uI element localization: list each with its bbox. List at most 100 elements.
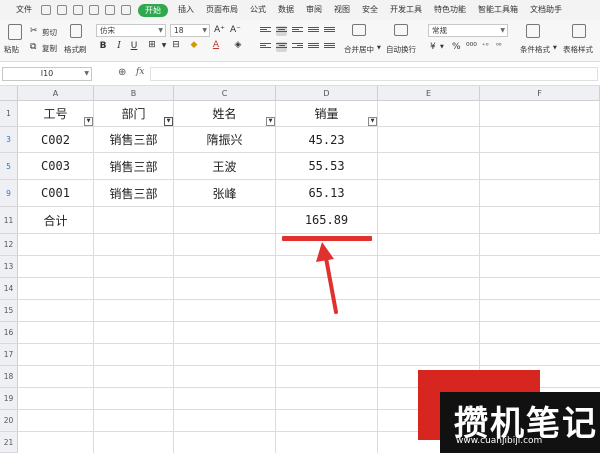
cell-empty[interactable]: [480, 101, 600, 127]
cell-empty[interactable]: [378, 207, 480, 234]
align-left-icon[interactable]: [260, 42, 271, 52]
cell-empty[interactable]: [94, 207, 174, 234]
export-icon[interactable]: [57, 5, 67, 15]
row-header[interactable]: 18: [0, 366, 18, 388]
chevron-down-icon[interactable]: ▼: [377, 45, 381, 51]
align-right-icon[interactable]: [292, 42, 303, 52]
tab-home[interactable]: 开始: [138, 3, 168, 17]
font-size-select[interactable]: 18 ▼: [170, 24, 210, 37]
chevron-down-icon[interactable]: ▼: [158, 42, 170, 49]
cell-empty[interactable]: [378, 153, 480, 180]
wrap-text-button[interactable]: 自动换行: [386, 44, 416, 55]
bold-icon[interactable]: B: [97, 41, 109, 51]
print-preview-icon[interactable]: [89, 5, 99, 15]
row-header[interactable]: 17: [0, 344, 18, 366]
cell-sales[interactable]: 45.23: [276, 127, 378, 153]
row-header[interactable]: 19: [0, 388, 18, 410]
zoom-icon[interactable]: ⊕: [118, 67, 126, 78]
thousands-icon[interactable]: ⁰⁰⁰: [466, 42, 477, 52]
column-header-a[interactable]: A: [18, 86, 94, 101]
row-header[interactable]: 20: [0, 410, 18, 432]
select-all-corner[interactable]: [0, 86, 18, 101]
row-header[interactable]: 21: [0, 432, 18, 453]
cell-id[interactable]: C001: [18, 180, 94, 207]
filter-dropdown-icon[interactable]: ▼: [368, 117, 377, 126]
save-icon[interactable]: [41, 5, 51, 15]
column-header-c[interactable]: C: [174, 86, 276, 101]
row-header[interactable]: 11: [0, 207, 18, 234]
increase-decimal-icon[interactable]: ⁺⁰: [482, 42, 489, 50]
cell-empty[interactable]: [480, 207, 600, 234]
decrease-decimal-icon[interactable]: ⁰⁰: [496, 42, 502, 50]
merge-center-icon[interactable]: [352, 24, 366, 36]
tab-security[interactable]: 安全: [356, 0, 384, 20]
font-color-icon[interactable]: A: [210, 40, 222, 50]
row-header[interactable]: 9: [0, 180, 18, 207]
tab-review[interactable]: 审阅: [300, 0, 328, 20]
row-header[interactable]: 3: [0, 127, 18, 153]
cell-empty[interactable]: [480, 153, 600, 180]
align-middle-icon[interactable]: [276, 26, 287, 36]
tab-doc-assistant[interactable]: 文档助手: [524, 0, 568, 20]
row-header[interactable]: 13: [0, 256, 18, 278]
cell-header-department[interactable]: 部门: [94, 101, 174, 127]
cell-sales[interactable]: 55.53: [276, 153, 378, 180]
format-painter-icon[interactable]: [70, 24, 82, 38]
print-icon[interactable]: [73, 5, 83, 15]
redo-icon[interactable]: [121, 5, 131, 15]
tab-view[interactable]: 视图: [328, 0, 356, 20]
tab-developer[interactable]: 开发工具: [384, 0, 428, 20]
cell-header-name[interactable]: 姓名: [174, 101, 276, 127]
cell-id[interactable]: C003: [18, 153, 94, 180]
merge-cells-icon[interactable]: ⊟: [170, 40, 182, 50]
cell-empty[interactable]: [378, 180, 480, 207]
cell-empty[interactable]: [378, 101, 480, 127]
align-bottom-icon[interactable]: [292, 26, 303, 36]
copy-button[interactable]: 复制: [42, 43, 57, 54]
cell-empty[interactable]: [480, 127, 600, 153]
row-header[interactable]: 1: [0, 101, 18, 127]
chevron-down-icon[interactable]: ▼: [440, 44, 444, 50]
table-style-button[interactable]: 表格样式: [563, 44, 593, 55]
column-header-b[interactable]: B: [94, 86, 174, 101]
name-box[interactable]: I10 ▼: [2, 67, 92, 81]
borders-icon[interactable]: ⊞: [146, 40, 158, 50]
column-header-f[interactable]: F: [480, 86, 600, 101]
align-top-icon[interactable]: [260, 26, 271, 36]
filter-dropdown-icon[interactable]: ▼: [266, 117, 275, 126]
cell-empty[interactable]: [378, 127, 480, 153]
filter-active-icon[interactable]: ▼: [164, 117, 173, 126]
format-painter-button[interactable]: 格式刷: [64, 44, 87, 55]
tab-page-layout[interactable]: 页面布局: [200, 0, 244, 20]
cell-name[interactable]: 王波: [174, 153, 276, 180]
cell-header-sales[interactable]: 销量: [276, 101, 378, 127]
decrease-font-icon[interactable]: A⁻: [230, 25, 241, 35]
conditional-format-button[interactable]: 条件格式: [520, 44, 550, 55]
paste-button[interactable]: 粘贴: [4, 44, 19, 55]
cell-empty[interactable]: [480, 180, 600, 207]
menu-file[interactable]: 文件: [0, 0, 38, 20]
formula-input[interactable]: [150, 67, 598, 81]
undo-icon[interactable]: [105, 5, 115, 15]
cell-total-value[interactable]: 165.89: [276, 207, 378, 234]
cell-department[interactable]: 销售三部: [94, 180, 174, 207]
conditional-format-icon[interactable]: [526, 24, 540, 38]
underline-icon[interactable]: U: [128, 41, 140, 51]
row-header[interactable]: 5: [0, 153, 18, 180]
font-name-select[interactable]: 仿宋 ▼: [96, 24, 166, 37]
currency-icon[interactable]: ¥: [430, 42, 436, 52]
chevron-down-icon[interactable]: ▼: [553, 45, 557, 51]
row-header[interactable]: 15: [0, 300, 18, 322]
filter-dropdown-icon[interactable]: ▼: [84, 117, 93, 126]
merge-center-button[interactable]: 合并居中: [344, 44, 374, 55]
cell-header-id[interactable]: 工号: [18, 101, 94, 127]
cell-department[interactable]: 销售三部: [94, 127, 174, 153]
cell-department[interactable]: 销售三部: [94, 153, 174, 180]
tab-special-features[interactable]: 特色功能: [428, 0, 472, 20]
cell-name[interactable]: 隋振兴: [174, 127, 276, 153]
cut-button[interactable]: 剪切: [42, 27, 57, 38]
scissors-icon[interactable]: ✂: [30, 26, 38, 36]
tab-formulas[interactable]: 公式: [244, 0, 272, 20]
cell-id[interactable]: C002: [18, 127, 94, 153]
tab-insert[interactable]: 插入: [172, 0, 200, 20]
